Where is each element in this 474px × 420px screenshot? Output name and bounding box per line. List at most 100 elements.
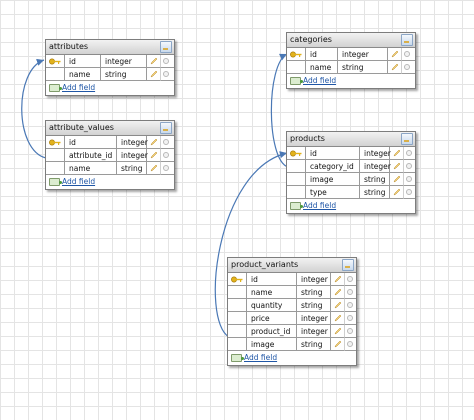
table-attributes[interactable]: attributes id integer name string Add fi… bbox=[45, 39, 175, 96]
field-row[interactable]: product_id integer bbox=[228, 325, 356, 338]
add-field-link[interactable]: Add field bbox=[303, 74, 336, 88]
field-options-icon[interactable] bbox=[347, 341, 353, 347]
edit-pencil-icon[interactable] bbox=[150, 151, 158, 159]
field-options-icon[interactable] bbox=[404, 64, 410, 70]
add-field-row: Add field bbox=[287, 74, 415, 88]
edit-pencil-icon[interactable] bbox=[334, 327, 342, 335]
add-field-link[interactable]: Add field bbox=[303, 199, 336, 213]
relation-attribute-values-to-attributes bbox=[21, 58, 47, 159]
field-options-icon[interactable] bbox=[406, 189, 412, 195]
edit-pencil-icon[interactable] bbox=[391, 50, 399, 58]
table-settings-icon[interactable] bbox=[401, 34, 413, 46]
add-field-icon[interactable] bbox=[231, 354, 244, 362]
add-field-link[interactable]: Add field bbox=[244, 351, 277, 365]
field-row[interactable]: id integer bbox=[287, 147, 415, 160]
table-attribute-values[interactable]: attribute_values id integer attribute_id… bbox=[45, 120, 175, 190]
field-row[interactable]: id integer bbox=[46, 136, 174, 149]
field-type: integer bbox=[297, 325, 331, 338]
field-row[interactable]: id integer bbox=[287, 48, 415, 61]
table-product-variants[interactable]: product_variants id integer name string … bbox=[227, 257, 357, 366]
table-header[interactable]: attributes bbox=[46, 40, 174, 55]
add-field-row: Add field bbox=[228, 351, 356, 365]
table-header[interactable]: products bbox=[287, 132, 415, 147]
field-row[interactable]: name string bbox=[46, 162, 174, 175]
table-settings-icon[interactable] bbox=[160, 122, 172, 134]
field-name: id bbox=[65, 136, 117, 149]
edit-pencil-icon[interactable] bbox=[391, 63, 399, 71]
add-field-icon[interactable] bbox=[290, 202, 303, 210]
edit-pencil-icon[interactable] bbox=[393, 175, 401, 183]
add-field-icon[interactable] bbox=[49, 178, 62, 186]
field-row[interactable]: attribute_id integer bbox=[46, 149, 174, 162]
table-header[interactable]: product_variants bbox=[228, 258, 356, 273]
edit-pencil-icon[interactable] bbox=[393, 162, 401, 170]
table-settings-icon[interactable] bbox=[342, 259, 354, 271]
field-options-icon[interactable] bbox=[406, 176, 412, 182]
field-options-icon[interactable] bbox=[163, 58, 169, 64]
edit-pencil-icon[interactable] bbox=[150, 70, 158, 78]
edit-pencil-icon[interactable] bbox=[150, 138, 158, 146]
field-type: string bbox=[297, 299, 331, 312]
field-type: string bbox=[101, 68, 147, 81]
field-options-icon[interactable] bbox=[406, 163, 412, 169]
edit-pencil-icon[interactable] bbox=[150, 57, 158, 65]
field-name: id bbox=[247, 273, 297, 286]
table-title: attribute_values bbox=[49, 123, 114, 132]
edit-pencil-icon[interactable] bbox=[334, 314, 342, 322]
field-row[interactable]: id integer bbox=[228, 273, 356, 286]
add-field-icon[interactable] bbox=[290, 77, 303, 85]
field-name: image bbox=[306, 173, 360, 186]
table-header[interactable]: attribute_values bbox=[46, 121, 174, 136]
primary-key-icon bbox=[290, 150, 302, 157]
field-options-icon[interactable] bbox=[163, 71, 169, 77]
add-field-row: Add field bbox=[46, 81, 174, 95]
field-type: integer bbox=[117, 149, 148, 162]
field-type: integer bbox=[297, 312, 331, 325]
table-header[interactable]: categories bbox=[287, 33, 415, 48]
field-options-icon[interactable] bbox=[347, 302, 353, 308]
table-settings-icon[interactable] bbox=[401, 133, 413, 145]
edit-pencil-icon[interactable] bbox=[150, 164, 158, 172]
field-options-icon[interactable] bbox=[406, 150, 412, 156]
field-options-icon[interactable] bbox=[347, 276, 353, 282]
edit-pencil-icon[interactable] bbox=[393, 188, 401, 196]
field-options-icon[interactable] bbox=[347, 289, 353, 295]
field-options-icon[interactable] bbox=[163, 165, 169, 171]
field-options-icon[interactable] bbox=[163, 139, 169, 145]
field-name: name bbox=[306, 61, 338, 74]
add-field-icon[interactable] bbox=[49, 84, 62, 92]
edit-pencil-icon[interactable] bbox=[334, 340, 342, 348]
primary-key-icon bbox=[290, 51, 302, 58]
edit-pencil-icon[interactable] bbox=[334, 288, 342, 296]
field-row[interactable]: name string bbox=[46, 68, 174, 81]
field-row[interactable]: quantity string bbox=[228, 299, 356, 312]
field-options-icon[interactable] bbox=[347, 315, 353, 321]
edit-pencil-icon[interactable] bbox=[334, 275, 342, 283]
field-row[interactable]: id integer bbox=[46, 55, 174, 68]
add-field-link[interactable]: Add field bbox=[62, 175, 95, 189]
table-products[interactable]: products id integer category_id integer … bbox=[286, 131, 416, 214]
field-type: string bbox=[360, 173, 390, 186]
add-field-link[interactable]: Add field bbox=[62, 81, 95, 95]
field-name: price bbox=[247, 312, 297, 325]
field-row[interactable]: name string bbox=[287, 61, 415, 74]
edit-pencil-icon[interactable] bbox=[393, 149, 401, 157]
table-settings-icon[interactable] bbox=[160, 41, 172, 53]
table-title: products bbox=[290, 134, 325, 143]
add-field-row: Add field bbox=[46, 175, 174, 189]
field-name: image bbox=[247, 338, 297, 351]
field-options-icon[interactable] bbox=[404, 51, 410, 57]
field-name: product_id bbox=[247, 325, 297, 338]
edit-pencil-icon[interactable] bbox=[334, 301, 342, 309]
field-row[interactable]: image string bbox=[287, 173, 415, 186]
field-row[interactable]: category_id integer bbox=[287, 160, 415, 173]
field-row[interactable]: price integer bbox=[228, 312, 356, 325]
field-options-icon[interactable] bbox=[163, 152, 169, 158]
field-row[interactable]: image string bbox=[228, 338, 356, 351]
field-type: integer bbox=[117, 136, 148, 149]
field-options-icon[interactable] bbox=[347, 328, 353, 334]
field-name: id bbox=[65, 55, 101, 68]
table-categories[interactable]: categories id integer name string Add fi… bbox=[286, 32, 416, 89]
field-row[interactable]: name string bbox=[228, 286, 356, 299]
field-row[interactable]: type string bbox=[287, 186, 415, 199]
